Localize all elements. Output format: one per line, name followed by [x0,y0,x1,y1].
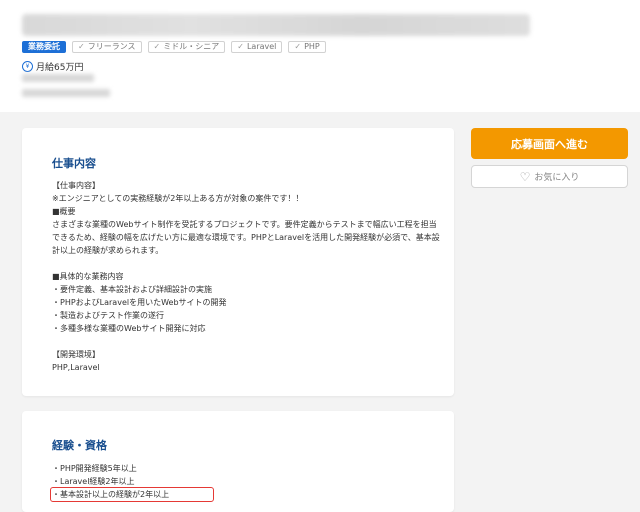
blurred-location [22,74,94,82]
job-description-card: 仕事内容 【仕事内容】 ※エンジニアとしての実務経験が2年以上ある方が対象の案件… [22,128,454,396]
job-description-body: 【仕事内容】 ※エンジニアとしての実務経験が2年以上ある方が対象の案件です！！ … [52,181,440,372]
requirements-title: 経験・資格 [52,439,107,452]
blurred-job-title [22,14,530,36]
tag-list: 業務委託 ✓ フリーランス ✓ ミドル・シニア ✓ Laravel ✓ PHP [22,41,326,53]
tag-contract-type: 業務委託 [22,41,66,53]
blurred-station [22,89,110,97]
heart-icon: ♡ [519,169,531,184]
requirement-item: ・PHP開発経験5年以上 [52,464,137,473]
highlight-box [50,487,214,502]
favorite-label: お気に入り [534,173,580,183]
check-icon: ✓ [294,42,302,51]
salary-text: 月給65万円 [36,63,84,73]
favorite-button[interactable]: ♡ お気に入り [471,165,628,188]
check-icon: ✓ [78,42,85,51]
yen-icon: ¥ [22,61,33,72]
apply-button[interactable]: 応募画面へ進む [471,128,628,159]
tag: ✓ フリーランス [72,41,142,53]
tag: ✓ Laravel [231,41,283,53]
check-icon: ✓ [237,42,244,51]
job-description-title: 仕事内容 [52,157,96,170]
requirements-card: 経験・資格 ・PHP開発経験5年以上 ・Laravel経験2年以上 ・基本設計以… [22,411,454,512]
tag: ✓ ミドル・シニア [147,41,226,53]
check-icon: ✓ [153,42,161,51]
tag: ✓ PHP [288,41,326,53]
job-header: 業務委託 ✓ フリーランス ✓ ミドル・シニア ✓ Laravel ✓ PHP ¥ 月給… [0,0,640,112]
salary-row: ¥ 月給65万円 [22,60,83,73]
